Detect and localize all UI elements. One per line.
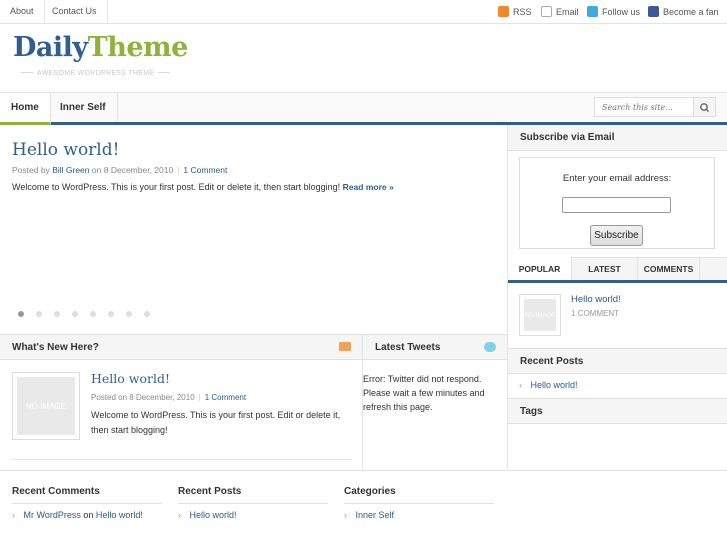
tabs-underline — [508, 280, 727, 283]
twitter-link[interactable]: Follow us — [587, 0, 640, 23]
tab-latest[interactable]: LATEST — [572, 257, 638, 281]
facebook-icon — [648, 6, 659, 17]
sidebar-tags-heading: Tags — [508, 398, 727, 424]
read-more-link[interactable]: Read more » — [343, 182, 394, 192]
sidebar-recent-post-item[interactable]: Hello world! — [519, 380, 578, 390]
twitter-icon — [587, 6, 598, 17]
divider — [178, 503, 328, 504]
slider-dot[interactable] — [18, 311, 24, 317]
slider-dot[interactable] — [72, 311, 78, 317]
comments-link[interactable]: 1 Comment — [183, 165, 227, 175]
footer-comment-item: Mr WordPress on Hello world! — [12, 510, 143, 520]
featured-post-excerpt: Welcome to WordPress. This is your first… — [12, 182, 394, 192]
rss-link[interactable]: RSS — [498, 0, 532, 23]
search-button[interactable] — [694, 97, 716, 117]
featured-post-title[interactable]: Hello world! — [12, 140, 119, 160]
whats-new-post-title[interactable]: Hello world! — [91, 371, 170, 386]
subscribe-heading: Subscribe via Email — [508, 125, 727, 151]
footer-recent-posts-heading: Recent Posts — [178, 486, 242, 497]
whats-new-heading: What's New Here? — [0, 334, 363, 360]
footer-recent-comments-heading: Recent Comments — [12, 486, 100, 497]
divider — [12, 503, 162, 504]
tab-comments[interactable]: COMMENTS — [638, 257, 700, 281]
subscribe-button[interactable]: Subscribe — [590, 225, 643, 246]
email-field[interactable] — [562, 197, 671, 213]
nav-inner-self[interactable]: Inner Self — [49, 93, 118, 122]
email-link[interactable]: Email — [541, 0, 579, 23]
email-label: Enter your email address: — [562, 173, 672, 184]
footer-category-item[interactable]: Inner Self — [344, 510, 395, 520]
whats-new-comments-link[interactable]: 1 Comment — [205, 393, 246, 402]
whats-new-excerpt: Welcome to WordPress. This is your first… — [91, 410, 341, 435]
search-input[interactable] — [594, 97, 694, 117]
rss-icon — [498, 6, 509, 17]
post-thumbnail[interactable]: NO IMAGE — [12, 372, 80, 440]
slider-dot[interactable] — [54, 311, 60, 317]
slider-dot[interactable] — [126, 311, 132, 317]
search-icon — [700, 103, 710, 113]
footer-recent-post-item[interactable]: Hello world! — [178, 510, 237, 520]
divider — [362, 334, 363, 470]
popular-post-comments: 1 COMMENT — [571, 309, 619, 318]
popular-post-title[interactable]: Hello world! — [571, 294, 621, 305]
footer-divider — [0, 470, 727, 471]
featured-post-meta: Posted by Bill Green on 8 December, 2010… — [12, 165, 228, 175]
nav-home[interactable]: Home — [0, 93, 51, 125]
tweet-bubble-icon — [484, 342, 496, 352]
slider-dot[interactable] — [90, 311, 96, 317]
topnav-about-link[interactable]: About — [0, 0, 45, 23]
footer-categories-heading: Categories — [344, 486, 396, 497]
site-logo[interactable]: DailyTheme — [13, 32, 188, 63]
feed-icon[interactable] — [339, 342, 351, 351]
sidebar-recent-posts-heading: Recent Posts — [508, 348, 727, 374]
site-tagline: AWESOME WORDPRESS THEME — [17, 70, 174, 77]
tweets-error-text: Error: Twitter did not respond. Please w… — [363, 374, 485, 412]
popular-thumbnail[interactable]: NO IMAGE — [519, 294, 561, 336]
slider-dot[interactable] — [108, 311, 114, 317]
facebook-link[interactable]: Become a fan — [648, 0, 719, 23]
slider-dot[interactable] — [144, 311, 150, 317]
divider — [344, 503, 494, 504]
topnav-contact-link[interactable]: Contact Us — [42, 0, 108, 23]
divider — [12, 459, 352, 460]
envelope-icon — [541, 6, 552, 17]
slider-dot[interactable] — [36, 311, 42, 317]
author-link[interactable]: Bill Green — [52, 165, 89, 175]
whats-new-post-meta: Posted on 8 December, 2010 | 1 Comment — [91, 393, 247, 402]
